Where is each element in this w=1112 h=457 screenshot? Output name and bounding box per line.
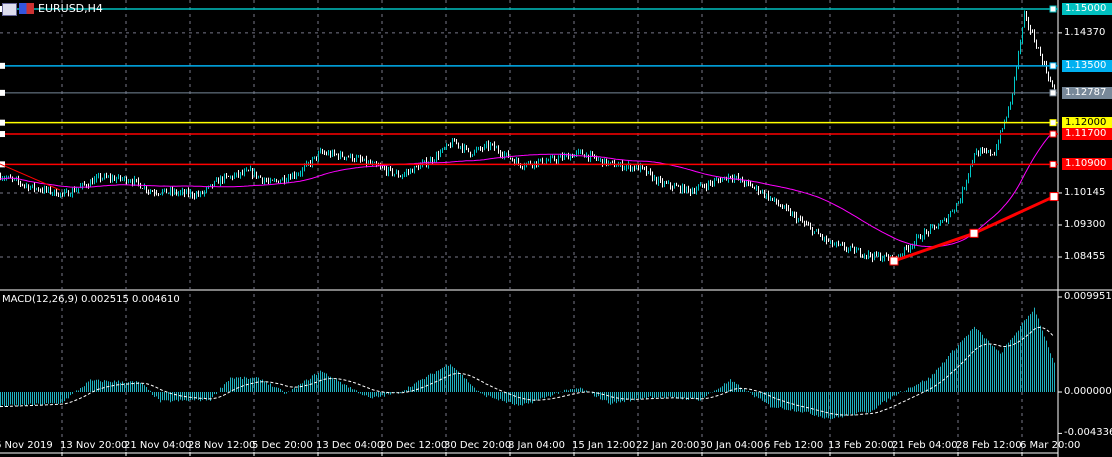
save-template-icon <box>19 3 34 14</box>
trend-line-handle <box>889 256 899 266</box>
time-label: 21 Nov 04:00 <box>124 440 192 451</box>
level-handle <box>1049 62 1057 70</box>
symbol-title: EURUSD,H4 <box>38 2 103 15</box>
level-handle <box>1049 5 1057 13</box>
price-level-tag: 1.15000 <box>1062 3 1112 15</box>
price-level-tag: 1.13500 <box>1062 59 1112 72</box>
level-handle <box>0 119 5 126</box>
macd-tick-label: 0.000000 <box>1064 386 1112 397</box>
level-handle <box>1049 130 1057 138</box>
level-handle <box>1049 119 1057 127</box>
level-handle <box>1049 160 1057 168</box>
time-label: 20 Dec 12:00 <box>380 440 448 451</box>
time-label: 8 Jan 04:00 <box>508 440 565 451</box>
price-chart[interactable] <box>0 0 1112 457</box>
time-label: 13 Feb 20:00 <box>828 440 894 451</box>
chart-window-icon <box>2 3 17 16</box>
price-tick-label: 1.09300 <box>1064 218 1106 230</box>
trend-line-handle <box>1049 192 1059 202</box>
price-level-tag: 1.12787 <box>1062 86 1112 99</box>
time-label: 5 Dec 20:00 <box>252 440 313 451</box>
price-tick-label: 1.10145 <box>1064 186 1106 198</box>
time-label: 6 Nov 2019 <box>0 440 53 451</box>
price-level-tag: 1.12000 <box>1062 116 1112 129</box>
moving-average-line <box>0 130 1055 248</box>
level-handle <box>0 62 5 69</box>
price-tick-label: 1.14370 <box>1064 26 1106 38</box>
time-label: 13 Nov 20:00 <box>60 440 128 451</box>
time-label: 15 Jan 12:00 <box>572 440 636 451</box>
time-label: 22 Jan 20:00 <box>636 440 700 451</box>
time-label: 28 Feb 12:00 <box>956 440 1022 451</box>
level-handle <box>0 131 5 138</box>
time-label: 21 Feb 04:00 <box>892 440 958 451</box>
trend-line-handle <box>969 228 979 238</box>
level-handle <box>0 89 5 96</box>
macd-tick-label: -0.004336 <box>1064 427 1112 439</box>
price-level-tag: 1.10900 <box>1062 158 1112 171</box>
macd-label: MACD(12,26,9) 0.002515 0.004610 <box>2 294 180 305</box>
time-label: 30 Jan 04:00 <box>700 440 764 451</box>
time-label: 30 Dec 20:00 <box>444 440 512 451</box>
macd-tick-label: 0.009951 <box>1064 291 1112 302</box>
trend-line <box>893 195 1055 263</box>
time-label: 6 Feb 12:00 <box>764 440 824 451</box>
time-label: 13 Dec 04:00 <box>316 440 384 451</box>
level-handle <box>1049 89 1057 97</box>
time-label: 6 Mar 20:00 <box>1020 440 1081 451</box>
time-label: 28 Nov 12:00 <box>188 440 256 451</box>
price-tick-label: 1.08455 <box>1064 251 1106 262</box>
price-level-tag: 1.11700 <box>1062 128 1112 141</box>
